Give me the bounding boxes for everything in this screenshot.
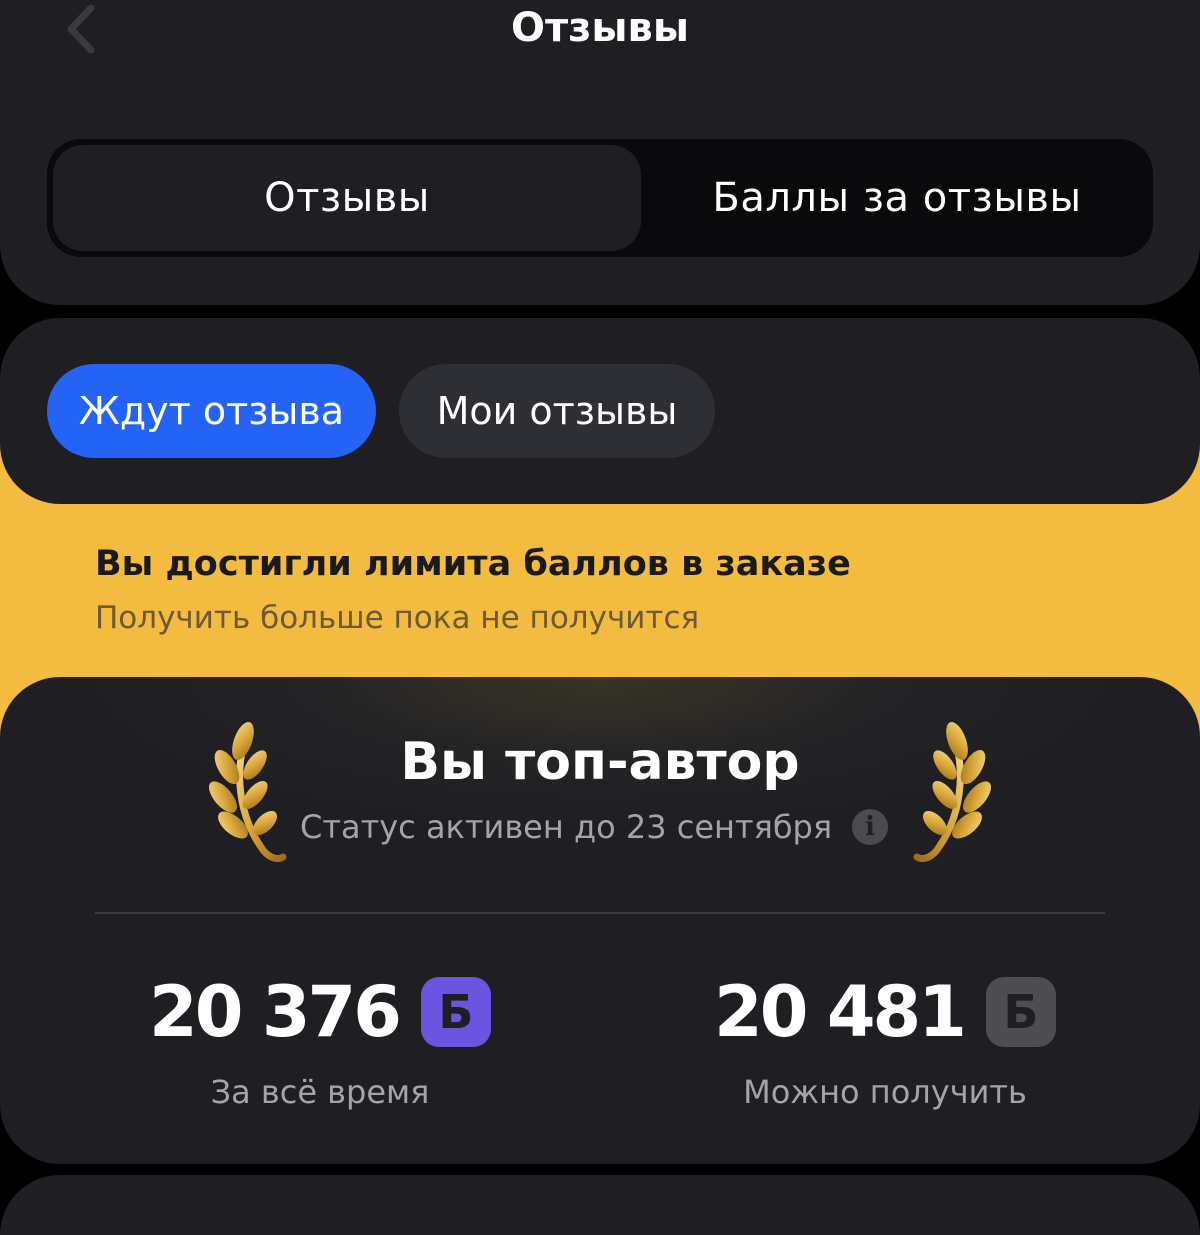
stat-available: 20 481 Б Можно получить — [655, 972, 1115, 1112]
stat-all-time-label: За всё время — [210, 1073, 430, 1111]
stat-all-time: 20 376 Б За всё время — [90, 972, 550, 1112]
status-text: Статус активен до 23 сентября — [300, 808, 833, 846]
filter-card: Ждут отзыва Мои отзывы — [0, 318, 1200, 504]
limit-banner-title: Вы достигли лимита баллов в заказе — [95, 544, 851, 584]
limit-banner-subtitle: Получить больше пока не получится — [95, 600, 700, 636]
tab-reviews[interactable]: Отзывы — [53, 145, 641, 251]
top-author-card: Вы топ-автор Статус активен до 23 сентяб… — [0, 677, 1200, 1164]
segmented-control: Отзывы Баллы за отзывы — [47, 139, 1153, 257]
page-title: Отзывы — [510, 5, 690, 51]
stat-all-time-value: 20 376 — [149, 971, 402, 1053]
header-card: Отзывы Отзывы Баллы за отзывы — [0, 0, 1200, 305]
stat-available-label: Можно получить — [743, 1073, 1027, 1111]
next-card — [0, 1175, 1200, 1235]
info-icon[interactable]: i — [852, 809, 889, 845]
divider — [95, 912, 1105, 914]
status-line: Статус активен до 23 сентября i — [300, 805, 889, 849]
chip-awaiting-review[interactable]: Ждут отзыва — [47, 364, 376, 458]
points-badge-icon: Б — [985, 977, 1056, 1047]
top-author-title: Вы топ-автор — [400, 732, 800, 792]
points-badge-icon: Б — [420, 977, 491, 1047]
tab-review-points[interactable]: Баллы за отзывы — [647, 145, 1147, 251]
chip-my-reviews[interactable]: Мои отзывы — [399, 364, 715, 458]
stat-available-value: 20 481 — [714, 971, 967, 1053]
